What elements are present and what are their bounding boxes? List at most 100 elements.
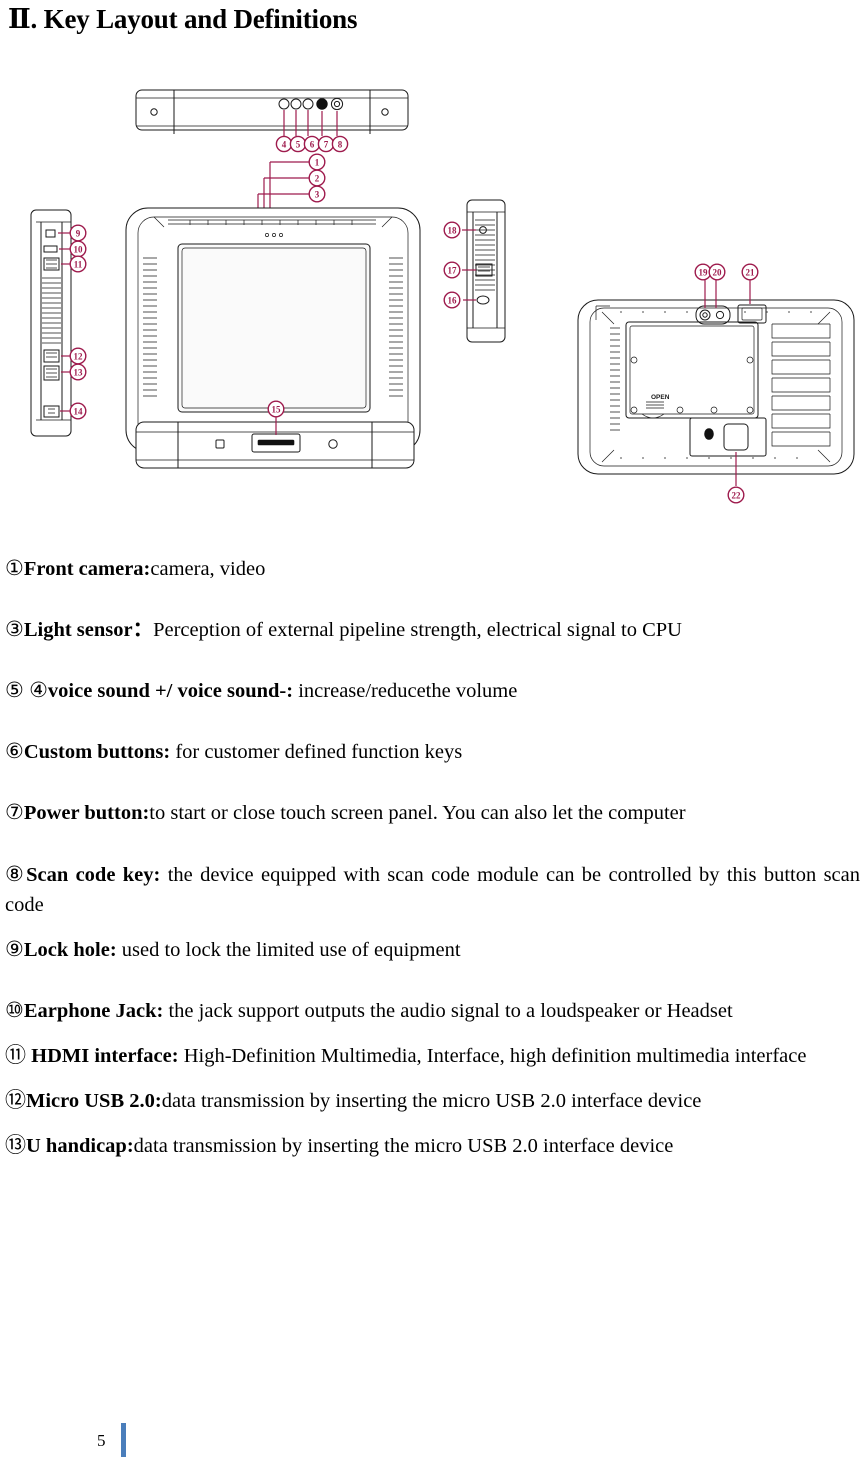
callout-8: 8 [331, 135, 349, 153]
definition-marker: ⑤ ④ [5, 678, 48, 703]
key-layout-figure: .ln { fill:none; stroke:#1a1a1a; stroke-… [2, 72, 864, 517]
callout-14: 14 [69, 402, 87, 420]
svg-text:20: 20 [713, 267, 723, 277]
definition-description: increase/reducethe volume [293, 680, 518, 703]
top-edge-view [135, 89, 409, 134]
definition-term: voice sound +/ voice sound-: [47, 680, 294, 703]
definition-item-1: ①Front camera:camera, video [5, 553, 860, 584]
callout-20: 20 [708, 263, 726, 281]
definition-item-7: ⑦Power button:to start or close touch sc… [5, 797, 860, 828]
svg-text:16: 16 [448, 295, 458, 305]
callout-4: 4 [275, 135, 293, 153]
back-view: OPEN [577, 299, 855, 475]
svg-text:10: 10 [74, 244, 84, 254]
definition-description: camera, video [150, 557, 266, 580]
callout-10: 10 [69, 240, 87, 258]
callout-13: 13 [69, 363, 87, 381]
definition-marker: ⑨ [5, 936, 24, 961]
definition-term: Front camera: [23, 557, 151, 580]
callout-11: 11 [69, 255, 87, 273]
definition-term: Custom buttons: [23, 741, 171, 764]
definition-marker: ⑬ [5, 1133, 26, 1158]
definition-marker: ① [5, 555, 24, 580]
svg-text:14: 14 [74, 406, 84, 416]
battery-cover-open-label: OPEN [651, 394, 670, 401]
svg-text:9: 9 [76, 228, 81, 238]
svg-text:22: 22 [732, 490, 742, 500]
definition-term: Power button: [23, 802, 150, 825]
definition-list: ①Front camera:camera, video ③Light senso… [2, 553, 862, 1162]
callout-9: 9 [69, 224, 87, 242]
svg-text:4: 4 [282, 139, 287, 149]
definition-marker: ⑪ [5, 1043, 26, 1068]
svg-text:6: 6 [310, 139, 315, 149]
definition-item-12: ⑫Micro USB 2.0:data transmission by inse… [5, 1085, 860, 1116]
definition-marker: ⑥ [5, 739, 24, 764]
callout-3: 3 [308, 185, 326, 203]
definition-marker: ⑫ [5, 1088, 26, 1113]
callout-22: 22 [727, 486, 745, 504]
definition-term: HDMI interface: [26, 1045, 179, 1068]
definition-marker: ⑧ [5, 861, 27, 886]
definition-term: Earphone Jack: [23, 999, 164, 1022]
definition-description: Perception of external pipeline strength… [153, 619, 682, 642]
page-footer: 5 [0, 1417, 864, 1457]
definition-term: Lock hole: [23, 938, 117, 961]
svg-text:13: 13 [74, 367, 84, 377]
definition-item-13: ⑬U handicap:data transmission by inserti… [5, 1130, 860, 1161]
callout-21: 21 [741, 263, 759, 281]
definition-description: used to lock the limited use of equipmen… [116, 938, 461, 961]
definition-item-9: ⑨Lock hole: used to lock the limited use… [5, 934, 860, 965]
callout-7: 7 [317, 135, 335, 153]
svg-text:19: 19 [699, 267, 709, 277]
definition-marker: ③ [5, 617, 24, 642]
callout-2: 2 [308, 169, 326, 187]
bottom-edge-view [135, 421, 415, 469]
text-cursor-caret [121, 1423, 126, 1457]
callout-12: 12 [69, 347, 87, 365]
definition-description: to start or close touch screen panel. Yo… [149, 802, 686, 825]
definition-description: data transmission by inserting the micro… [133, 1135, 674, 1158]
definition-term: Scan code key: [26, 863, 161, 886]
definition-item-10: ⑩Earphone Jack: the jack support outputs… [5, 995, 860, 1026]
page-number: 5 [97, 1431, 106, 1450]
svg-text:8: 8 [338, 139, 343, 149]
definition-item-8: ⑧Scan code key: the device equipped with… [5, 859, 860, 920]
svg-text:17: 17 [448, 265, 458, 275]
callout-16: 16 [443, 291, 461, 309]
definition-marker: ⑦ [5, 800, 24, 825]
callout-19: 19 [694, 263, 712, 281]
definition-item-5-4: ⑤ ④voice sound +/ voice sound-: increase… [5, 675, 860, 706]
definition-marker: ⑩ [5, 997, 24, 1022]
definition-description: High-Definition Multimedia, Interface, h… [178, 1045, 807, 1068]
device-views-illustration: .ln { fill:none; stroke:#1a1a1a; stroke-… [30, 89, 855, 504]
definition-description: the jack support outputs the audio signa… [163, 999, 733, 1022]
right-side-view [466, 199, 506, 343]
definition-item-11: ⑪ HDMI interface: High-Definition Multim… [5, 1040, 860, 1071]
definition-description: data transmission by inserting the micro… [161, 1090, 702, 1113]
callout-17: 17 [443, 261, 461, 279]
svg-text:5: 5 [296, 139, 301, 149]
svg-text:1: 1 [315, 157, 320, 167]
svg-text:11: 11 [74, 259, 83, 269]
definition-term: U handicap: [26, 1135, 134, 1158]
callout-6: 6 [303, 135, 321, 153]
svg-text:21: 21 [746, 267, 756, 277]
definition-term: Micro USB 2.0: [26, 1090, 162, 1113]
svg-text:3: 3 [315, 189, 320, 199]
callout-5: 5 [289, 135, 307, 153]
svg-text:12: 12 [74, 351, 84, 361]
document-page: Ⅱ. Key Layout and Definitions .ln { fill… [0, 3, 864, 1463]
definition-item-3: ③Light sensor：Perception of external pip… [5, 614, 860, 645]
left-side-view [30, 209, 72, 437]
svg-text:2: 2 [315, 173, 320, 183]
page-title: Ⅱ. Key Layout and Definitions [8, 4, 358, 34]
callout-1: 1 [308, 153, 326, 171]
svg-text:7: 7 [324, 139, 329, 149]
definition-description: for customer defined function keys [170, 741, 463, 764]
svg-text:15: 15 [272, 404, 282, 414]
callout-15: 15 [267, 400, 285, 418]
svg-text:18: 18 [448, 225, 458, 235]
definition-term: Light sensor： [23, 619, 154, 642]
definition-item-6: ⑥Custom buttons: for customer defined fu… [5, 736, 860, 767]
